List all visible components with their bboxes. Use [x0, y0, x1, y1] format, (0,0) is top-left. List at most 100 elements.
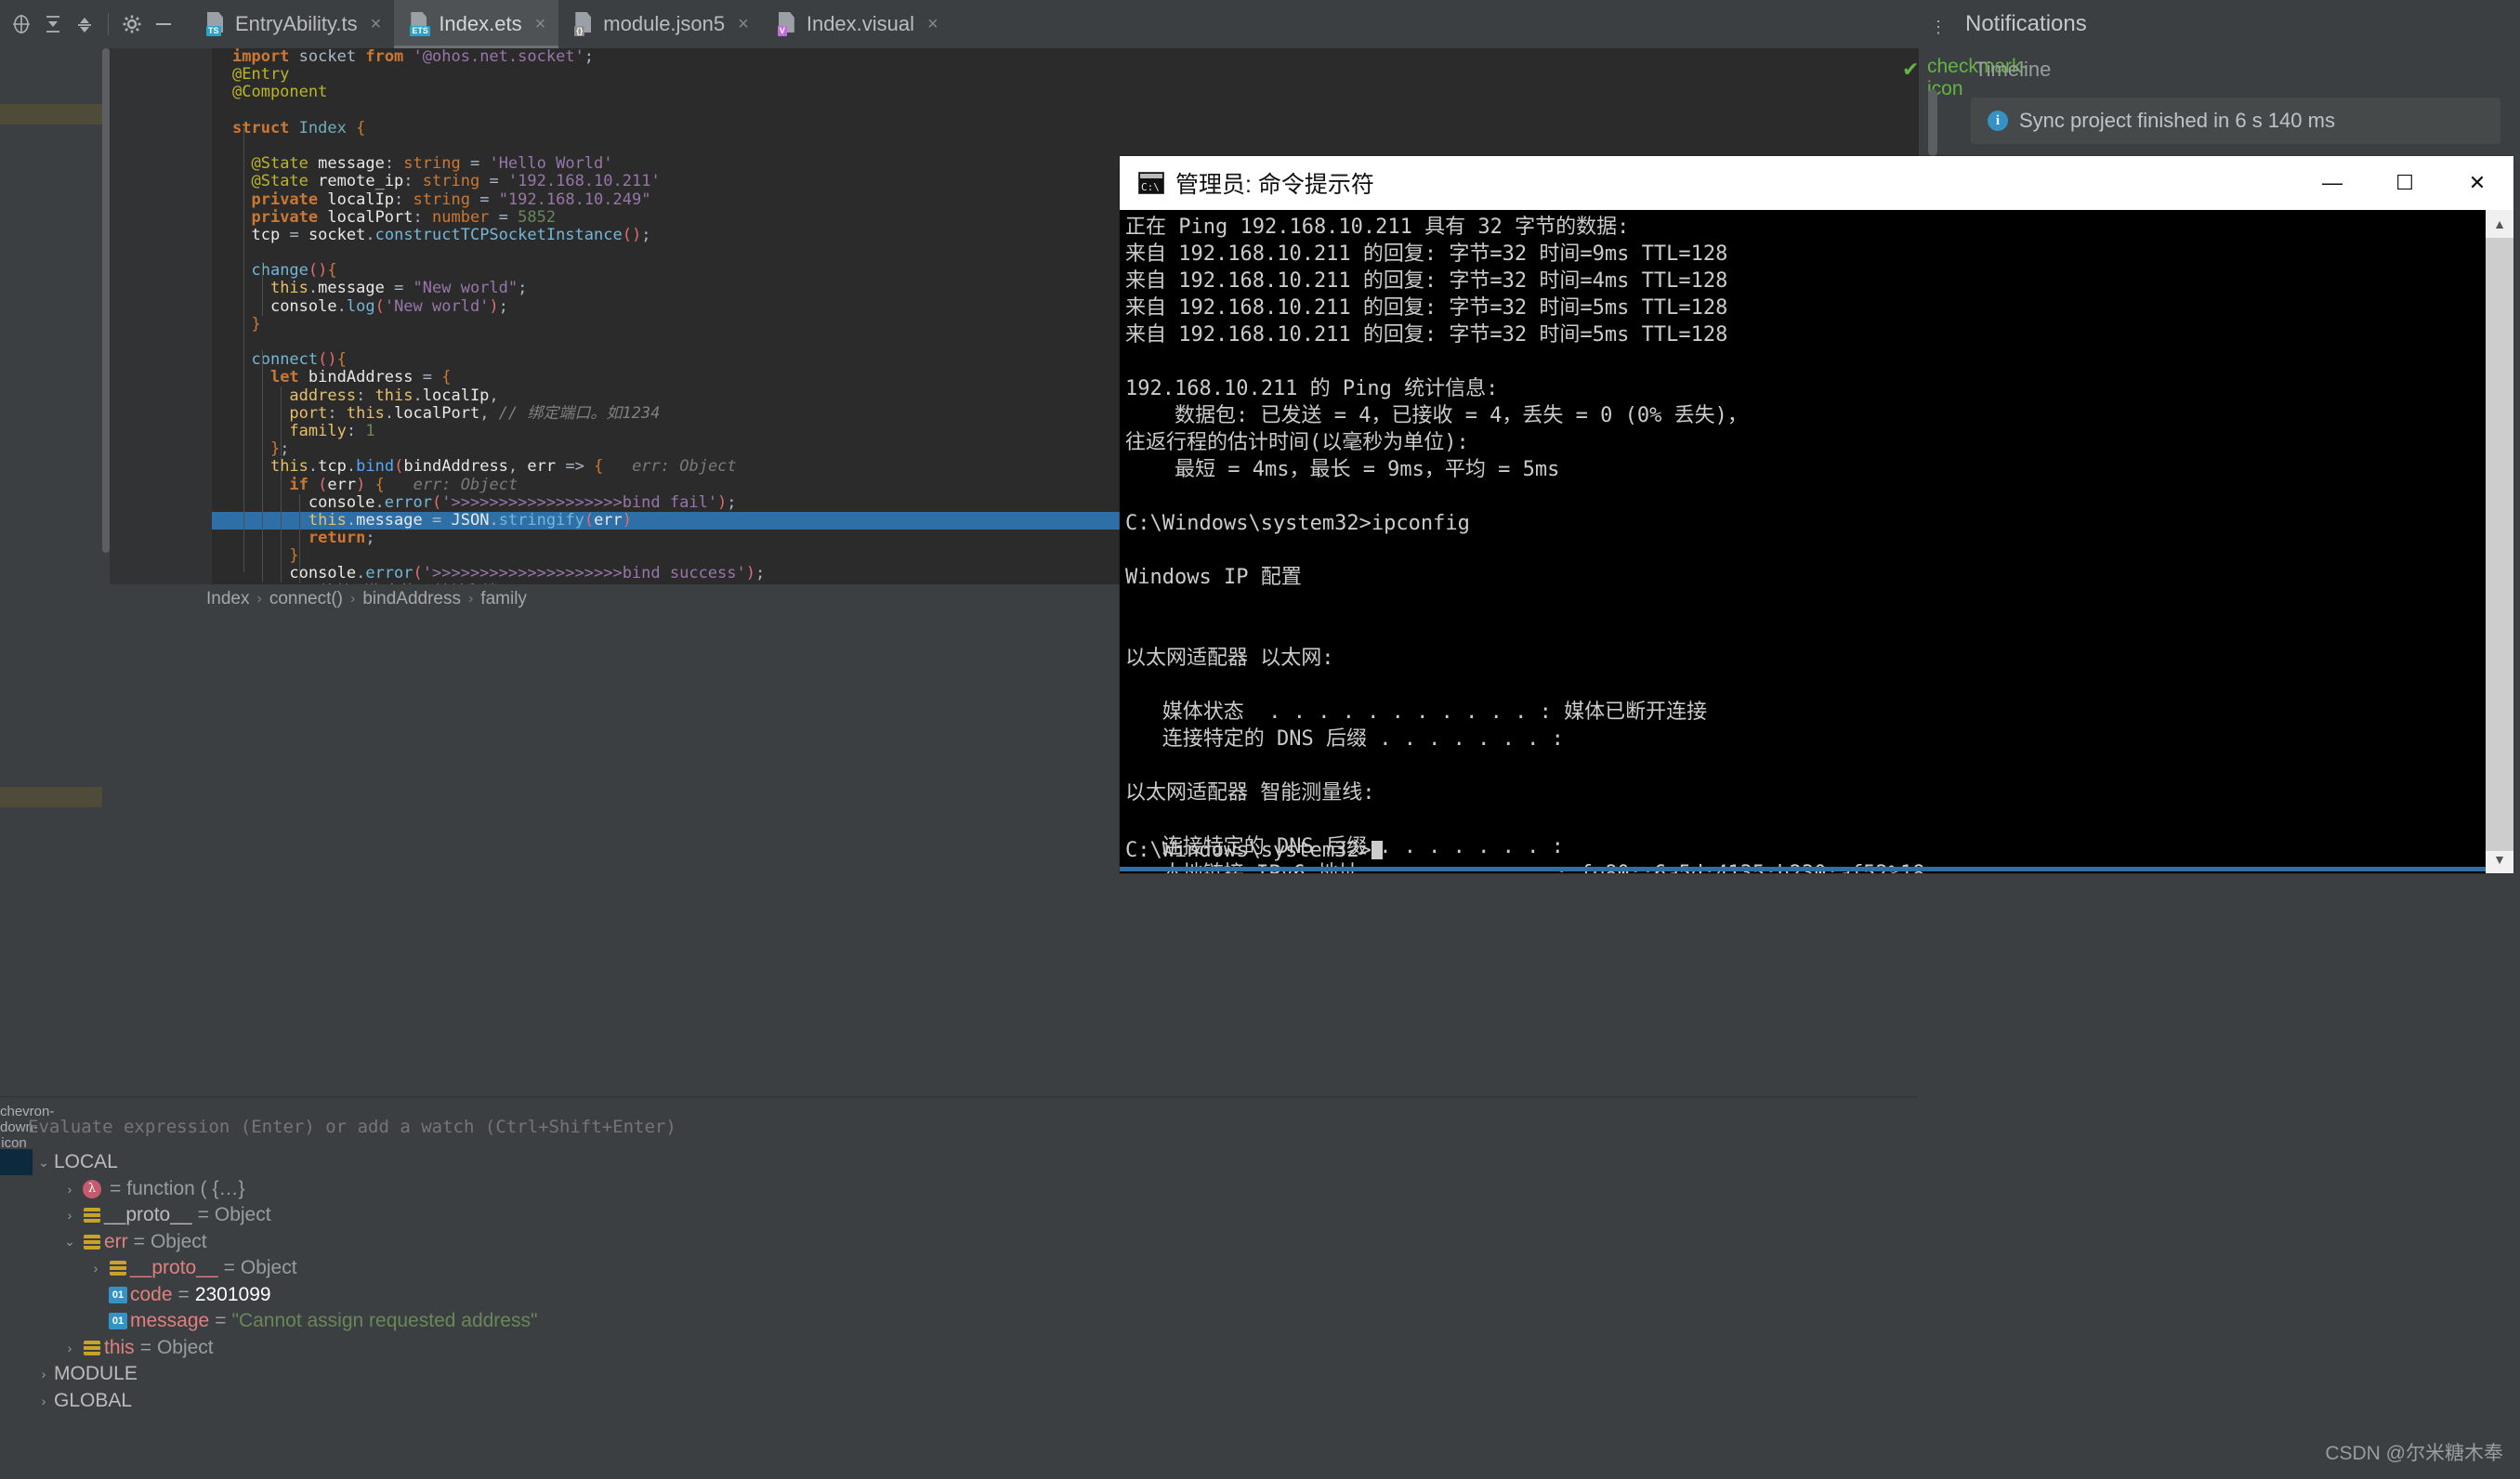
chevron-right-icon[interactable]: ›: [59, 1208, 80, 1223]
indent-guide: [299, 494, 300, 582]
locate-icon[interactable]: [6, 8, 37, 40]
editor-scrollbar[interactable]: [102, 48, 110, 584]
primitive-icon: 01: [106, 1313, 130, 1329]
close-button[interactable]: ✕: [2441, 156, 2513, 210]
chevron-right-icon[interactable]: ›: [33, 1367, 54, 1381]
code-line[interactable]: 5⊟struct Index {: [212, 120, 1919, 137]
chevron-right-icon[interactable]: ›: [59, 1182, 80, 1197]
indent-guide: [262, 350, 263, 582]
minimize-button[interactable]: —: [2296, 156, 2369, 210]
chevron-down-icon[interactable]: ⌄: [33, 1155, 54, 1171]
code-text: private localIp: string = "192.168.10.24…: [212, 191, 650, 209]
cmd-title-bar[interactable]: 管理员: 命令提示符 — ☐ ✕: [1120, 156, 2513, 210]
chevron-right-icon[interactable]: ›: [85, 1261, 106, 1276]
variable-equals: =: [198, 1204, 209, 1226]
chevron-right-icon[interactable]: ›: [33, 1394, 54, 1408]
indent-guide: [243, 128, 244, 572]
code-text: return;: [212, 530, 375, 547]
ts-file-icon: TS: [205, 12, 226, 36]
notifications-scrollbar-thumb[interactable]: [1928, 89, 1937, 156]
breadcrumb-separator: ›: [468, 591, 473, 608]
cmd-scrollbar[interactable]: ▲ ▼: [2486, 210, 2513, 873]
cmd-scrollbar-thumb[interactable]: [2486, 238, 2513, 851]
watermark: CSDN @尔米糖木奉: [2325, 1438, 2503, 1466]
variables-tree[interactable]: ⌄LOCAL›λ=function ( {…}›__proto__=Object…: [0, 1149, 1919, 1479]
code-text: port: this.localPort, // 绑定端口。如1234: [212, 405, 660, 423]
code-text: @State message: string = 'Hello World': [212, 155, 613, 173]
variable-scope-label: GLOBAL: [54, 1390, 132, 1412]
chevron-down-icon[interactable]: chevron-down-icon: [0, 1104, 28, 1151]
evaluate-expression-row[interactable]: chevron-down-icon: [0, 1108, 1919, 1145]
tab-label: module.json5: [603, 12, 725, 36]
chevron-right-icon[interactable]: ›: [59, 1341, 80, 1355]
breadcrumb-item[interactable]: connect(): [269, 589, 343, 609]
code-line[interactable]: 3@Component: [212, 84, 1919, 101]
variable-row[interactable]: ›__proto__=Object: [0, 1255, 1919, 1282]
code-text: tcp = socket.constructTCPSocketInstance(…: [212, 227, 650, 244]
tab-module-json5[interactable]: {} module.json5 ×: [558, 0, 762, 48]
cmd-prompt-line: C:\Windows\system32>: [1125, 837, 1383, 864]
debugger-variables-panel: chevron-down-icon ⌄LOCAL›λ=function ( {……: [0, 1101, 1919, 1479]
cmd-output-text: 正在 Ping 192.168.10.211 具有 32 字节的数据: 来自 1…: [1125, 214, 1924, 873]
variable-row[interactable]: ›λ=function ( {…}: [0, 1176, 1919, 1203]
variable-row[interactable]: ›this=Object: [0, 1335, 1919, 1362]
toolbar-icon-group: [0, 0, 179, 48]
code-line[interactable]: 1import socket from '@ohos.net.socket';: [212, 48, 1919, 66]
code-line[interactable]: 4: [212, 102, 1919, 120]
variable-row[interactable]: ⌄err=Object: [0, 1229, 1919, 1256]
command-prompt-window[interactable]: 管理员: 命令提示符 — ☐ ✕ 正在 Ping 192.168.10.211 …: [1120, 156, 2513, 873]
scroll-up-icon[interactable]: ▲: [2486, 210, 2513, 238]
expand-all-icon[interactable]: [69, 8, 100, 40]
primitive-icon: 01: [106, 1287, 130, 1303]
editor-line-gutter[interactable]: [110, 48, 212, 584]
variable-row[interactable]: ›GLOBAL: [0, 1388, 1919, 1415]
evaluate-expression-input[interactable]: [28, 1117, 1329, 1137]
bookmark-marker: [0, 104, 102, 124]
indent-guide: [281, 386, 282, 456]
variable-equals: =: [134, 1231, 145, 1253]
scroll-down-icon[interactable]: ▼: [2486, 845, 2513, 873]
variable-row[interactable]: ⌄LOCAL: [0, 1149, 1919, 1176]
tab-close-icon[interactable]: ×: [535, 14, 546, 35]
code-text: console.error('>>>>>>>>>>>>>>>>>>>>bind …: [212, 565, 765, 582]
variable-row[interactable]: ›MODULE: [0, 1361, 1919, 1388]
info-icon: i: [1988, 111, 2008, 131]
tab-close-icon[interactable]: ×: [738, 14, 749, 35]
variable-row[interactable]: ›__proto__=Object: [0, 1202, 1919, 1229]
collapse-all-icon[interactable]: [37, 8, 69, 40]
code-text: this.message = "New world";: [212, 280, 527, 297]
variable-scope-label: LOCAL: [54, 1151, 118, 1173]
breadcrumb-item[interactable]: bindAddress: [362, 589, 461, 609]
maximize-button[interactable]: ☐: [2369, 156, 2441, 210]
code-line[interactable]: 2@Entry: [212, 66, 1919, 84]
variable-equals: =: [140, 1337, 151, 1359]
code-text: };: [212, 440, 289, 458]
variable-row[interactable]: 01code=2301099: [0, 1282, 1919, 1309]
editor-scrollbar-thumb[interactable]: [102, 48, 110, 553]
cmd-console-icon: [1138, 172, 1164, 194]
tab-close-icon[interactable]: ×: [371, 14, 382, 35]
hide-panel-icon[interactable]: [148, 8, 179, 40]
tab-index-visual[interactable]: V Index.visual ×: [762, 0, 952, 48]
tab-close-icon[interactable]: ×: [927, 14, 938, 35]
lambda-icon: λ: [80, 1180, 104, 1198]
settings-gear-icon[interactable]: [116, 8, 148, 40]
tab-index-ets[interactable]: ETS Index.ets ×: [394, 0, 558, 48]
code-text: this.tcp.bind(bindAddress, err => { err:…: [212, 458, 737, 476]
code-line[interactable]: 6: [212, 137, 1919, 155]
breadcrumb-item[interactable]: Index: [206, 589, 249, 609]
more-options-icon[interactable]: ⋮: [1930, 24, 1947, 31]
cmd-output-area[interactable]: 正在 Ping 192.168.10.211 具有 32 字节的数据: 来自 1…: [1120, 210, 2513, 873]
variable-row[interactable]: 01message="Cannot assign requested addre…: [0, 1308, 1919, 1335]
toolbar-divider: [108, 13, 109, 35]
app-window: TS EntryAbility.ts × ETS Index.ets × {} …: [0, 0, 2520, 1479]
notification-item[interactable]: i Sync project finished in 6 s 140 ms: [1971, 98, 2500, 144]
code-text: connect(){: [212, 351, 347, 369]
chevron-down-icon[interactable]: ⌄: [59, 1234, 80, 1250]
breadcrumb-item[interactable]: family: [480, 589, 527, 609]
variable-value: Object: [157, 1337, 214, 1359]
tab-entryability-ts[interactable]: TS EntryAbility.ts ×: [190, 0, 394, 48]
indent-guide: [262, 262, 263, 316]
code-text: private localPort: number = 5852: [212, 209, 556, 227]
object-icon: [80, 1341, 104, 1355]
